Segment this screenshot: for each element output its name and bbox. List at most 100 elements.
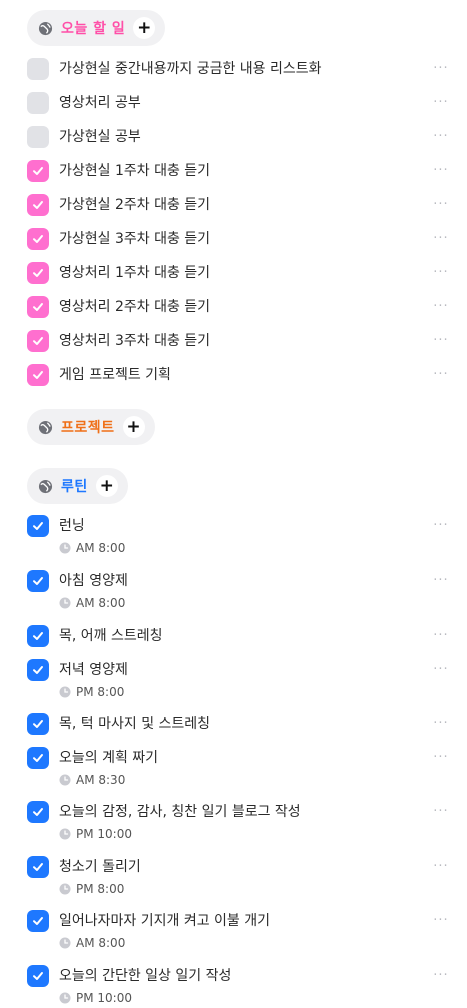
task-checkbox[interactable]: [27, 262, 49, 284]
task-row[interactable]: 일어나자마자 기지개 켜고 이불 개기 ··· AM 8:00: [27, 910, 451, 950]
task-row[interactable]: 저녁 영양제 ··· PM 8:00: [27, 659, 451, 699]
task-label: 일어나자마자 기지개 켜고 이불 개기: [59, 913, 270, 929]
check-icon: [31, 198, 45, 212]
add-task-button[interactable]: +: [122, 416, 145, 438]
task-label: 가상현실 3주차 대충 듣기: [59, 231, 211, 247]
more-horizontal-icon[interactable]: ···: [431, 58, 451, 78]
task-checkbox[interactable]: [27, 713, 49, 735]
section-project[interactable]: 프로젝트 +: [27, 409, 155, 445]
task-row[interactable]: 가상현실 1주차 대충 듣기 ···: [27, 160, 451, 184]
more-horizontal-icon[interactable]: ···: [431, 625, 451, 645]
task-time: PM 8:00: [59, 882, 124, 896]
task-checkbox[interactable]: [27, 625, 49, 647]
more-horizontal-icon[interactable]: ···: [431, 965, 451, 985]
task-time-text: PM 10:00: [76, 827, 132, 841]
task-row[interactable]: 게임 프로젝트 기획 ···: [27, 364, 451, 388]
task-row[interactable]: 가상현실 2주차 대충 듣기 ···: [27, 194, 451, 218]
task-label: 오늘의 계획 짜기: [59, 750, 159, 766]
task-row[interactable]: 가상현실 공부 ···: [27, 126, 451, 150]
task-label: 아침 영양제: [59, 573, 128, 589]
more-horizontal-icon[interactable]: ···: [431, 364, 451, 384]
task-label: 가상현실 공부: [59, 129, 141, 145]
task-row[interactable]: 런닝 ··· AM 8:00: [27, 515, 451, 555]
check-icon: [31, 300, 45, 314]
task-checkbox[interactable]: [27, 330, 49, 352]
check-icon: [31, 805, 45, 819]
more-horizontal-icon[interactable]: ···: [431, 570, 451, 590]
task-row[interactable]: 목, 어깨 스트레칭 ···: [27, 625, 451, 649]
check-icon: [31, 334, 45, 348]
more-horizontal-icon[interactable]: ···: [431, 910, 451, 930]
clock-icon: [59, 774, 71, 786]
more-horizontal-icon[interactable]: ···: [431, 296, 451, 316]
task-checkbox[interactable]: [27, 856, 49, 878]
more-horizontal-icon[interactable]: ···: [431, 262, 451, 282]
more-horizontal-icon[interactable]: ···: [431, 330, 451, 350]
task-row[interactable]: 영상처리 2주차 대충 듣기 ···: [27, 296, 451, 320]
task-time-text: PM 10:00: [76, 991, 132, 1005]
task-time: PM 10:00: [59, 991, 132, 1005]
section-today[interactable]: 오늘 할 일 +: [27, 10, 166, 46]
task-row[interactable]: 가상현실 3주차 대충 듣기 ···: [27, 228, 451, 252]
task-row[interactable]: 영상처리 3주차 대충 듣기 ···: [27, 330, 451, 354]
task-checkbox[interactable]: [27, 965, 49, 987]
add-task-button[interactable]: +: [133, 17, 156, 39]
task-checkbox[interactable]: [27, 92, 49, 114]
task-label: 런닝: [59, 518, 85, 534]
task-row[interactable]: 영상처리 1주차 대충 듣기 ···: [27, 262, 451, 286]
globe-icon: [38, 21, 53, 36]
task-checkbox[interactable]: [27, 747, 49, 769]
task-row[interactable]: 아침 영양제 ··· AM 8:00: [27, 570, 451, 610]
task-row[interactable]: 가상현실 중간내용까지 궁금한 내용 리스트화 ···: [27, 58, 451, 82]
task-time-text: PM 8:00: [76, 685, 125, 699]
more-horizontal-icon[interactable]: ···: [431, 856, 451, 876]
check-icon: [31, 663, 45, 677]
task-row[interactable]: 오늘의 간단한 일상 일기 작성 ··· PM 10:00: [27, 965, 451, 1005]
task-checkbox[interactable]: [27, 364, 49, 386]
task-label: 목, 어깨 스트레칭: [59, 628, 163, 644]
section-routine[interactable]: 루틴 +: [27, 468, 128, 504]
task-label: 오늘의 감정, 감사, 칭찬 일기 블로그 작성: [59, 804, 301, 820]
task-checkbox[interactable]: [27, 296, 49, 318]
task-row[interactable]: 목, 턱 마사지 및 스트레칭 ···: [27, 713, 451, 737]
more-horizontal-icon[interactable]: ···: [431, 92, 451, 112]
clock-icon: [59, 937, 71, 949]
task-label: 영상처리 2주차 대충 듣기: [59, 299, 211, 315]
task-checkbox[interactable]: [27, 801, 49, 823]
add-task-button[interactable]: +: [95, 475, 118, 497]
task-label: 목, 턱 마사지 및 스트레칭: [59, 716, 211, 732]
task-checkbox[interactable]: [27, 194, 49, 216]
task-row[interactable]: 오늘의 계획 짜기 ··· AM 8:30: [27, 747, 451, 787]
task-checkbox[interactable]: [27, 515, 49, 537]
more-horizontal-icon[interactable]: ···: [431, 126, 451, 146]
task-checkbox[interactable]: [27, 58, 49, 80]
check-icon: [31, 266, 45, 280]
task-time-text: AM 8:30: [76, 773, 126, 787]
clock-icon: [59, 883, 71, 895]
more-horizontal-icon[interactable]: ···: [431, 228, 451, 248]
more-horizontal-icon[interactable]: ···: [431, 160, 451, 180]
clock-icon: [59, 597, 71, 609]
task-checkbox[interactable]: [27, 160, 49, 182]
task-checkbox[interactable]: [27, 910, 49, 932]
task-row[interactable]: 영상처리 공부 ···: [27, 92, 451, 116]
task-label: 가상현실 중간내용까지 궁금한 내용 리스트화: [59, 61, 322, 77]
more-horizontal-icon[interactable]: ···: [431, 713, 451, 733]
more-horizontal-icon[interactable]: ···: [431, 515, 451, 535]
task-label: 저녁 영양제: [59, 662, 128, 678]
more-horizontal-icon[interactable]: ···: [431, 659, 451, 679]
check-icon: [31, 751, 45, 765]
more-horizontal-icon[interactable]: ···: [431, 747, 451, 767]
task-checkbox[interactable]: [27, 570, 49, 592]
task-checkbox[interactable]: [27, 659, 49, 681]
more-horizontal-icon[interactable]: ···: [431, 194, 451, 214]
check-icon: [31, 519, 45, 533]
task-row[interactable]: 오늘의 감정, 감사, 칭찬 일기 블로그 작성 ··· PM 10:00: [27, 801, 451, 841]
clock-icon: [59, 992, 71, 1004]
task-checkbox[interactable]: [27, 126, 49, 148]
task-checkbox[interactable]: [27, 228, 49, 250]
check-icon: [31, 914, 45, 928]
task-time-text: AM 8:00: [76, 541, 126, 555]
task-row[interactable]: 청소기 돌리기 ··· PM 8:00: [27, 856, 451, 896]
more-horizontal-icon[interactable]: ···: [431, 801, 451, 821]
